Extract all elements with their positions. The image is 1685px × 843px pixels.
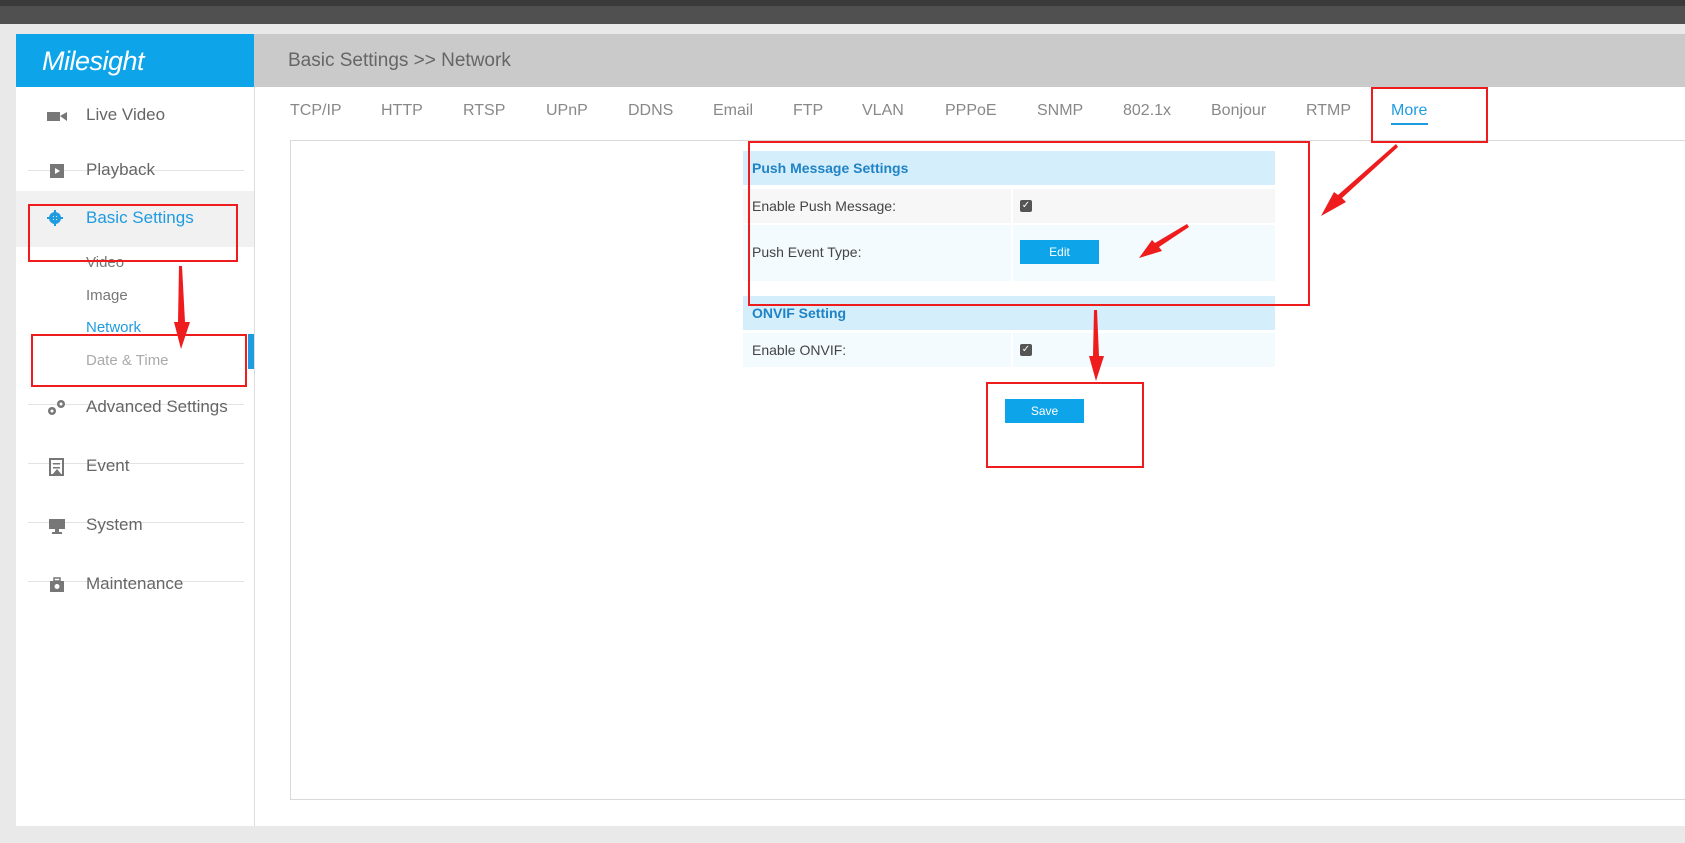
annotation-arrow	[174, 266, 190, 349]
annotation-arrow	[1321, 144, 1398, 216]
annotation-arrow	[1089, 310, 1104, 381]
annotation-arrow	[1139, 224, 1189, 258]
annotation-arrows	[174, 144, 1398, 381]
